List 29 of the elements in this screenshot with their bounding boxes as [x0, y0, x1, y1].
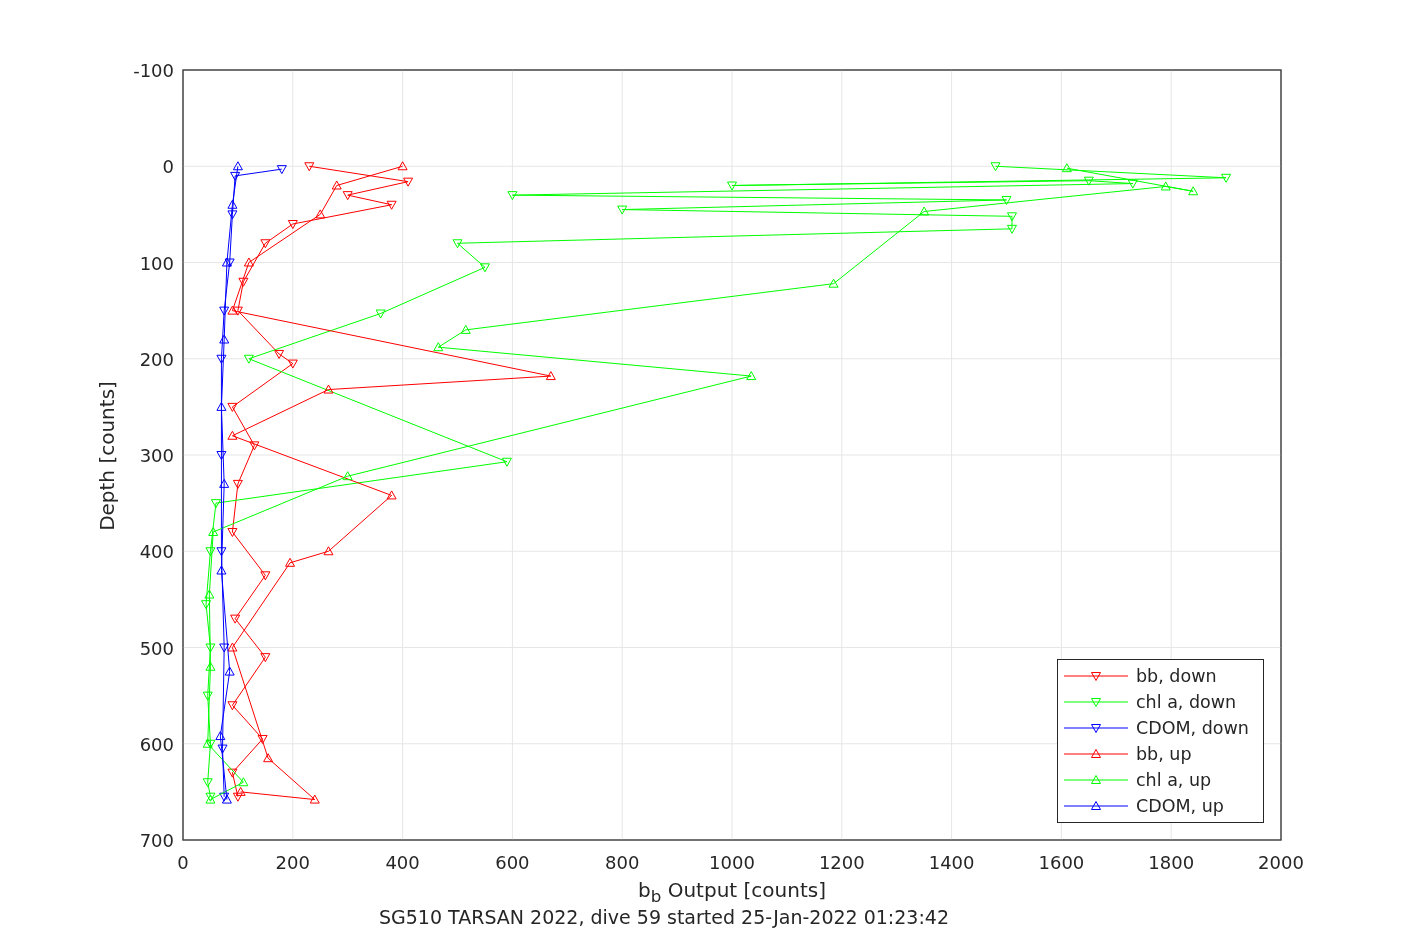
legend-label: bb, up — [1136, 744, 1192, 764]
x-tick-label: 800 — [605, 852, 640, 873]
chart-title: SG510 TARSAN 2022, dive 59 started 25-Jan-2022 01:23:42 — [379, 906, 949, 928]
y-tick-label: 500 — [139, 637, 174, 659]
x-tick-label: 0 — [177, 852, 189, 873]
legend-label: chl a, up — [1136, 770, 1212, 790]
y-tick-label: 700 — [139, 830, 174, 851]
y-tick-label: 600 — [139, 733, 174, 755]
x-tick-label: 1200 — [818, 852, 865, 873]
y-axis-label: Depth [counts] — [95, 381, 119, 531]
x-tick-label: 200 — [275, 852, 310, 873]
legend-label: CDOM, down — [1136, 718, 1249, 738]
x-tick-label: 1600 — [1038, 852, 1085, 873]
y-tick-label: -100 — [133, 60, 174, 81]
x-tick-label: 1400 — [928, 852, 975, 873]
y-tick-label: 200 — [139, 348, 174, 370]
x-tick-label: 1800 — [1148, 852, 1195, 873]
y-tick-label: 300 — [139, 445, 174, 466]
y-tick-label: 100 — [139, 252, 174, 274]
x-axis-label: b$_{b}$ Output [counts] — [638, 880, 826, 906]
legend-label: chl a, down — [1136, 692, 1237, 712]
y-tick-label: 0 — [162, 156, 174, 178]
x-tick-label: 2000 — [1258, 852, 1304, 873]
x-tick-label: 600 — [495, 852, 530, 873]
legend-label: CDOM, up — [1136, 796, 1224, 816]
x-tick-label: 1000 — [709, 852, 755, 873]
x-tick-label: 400 — [385, 852, 420, 873]
y-tick-label: 400 — [139, 541, 174, 563]
legend-label: bb, down — [1136, 666, 1217, 686]
